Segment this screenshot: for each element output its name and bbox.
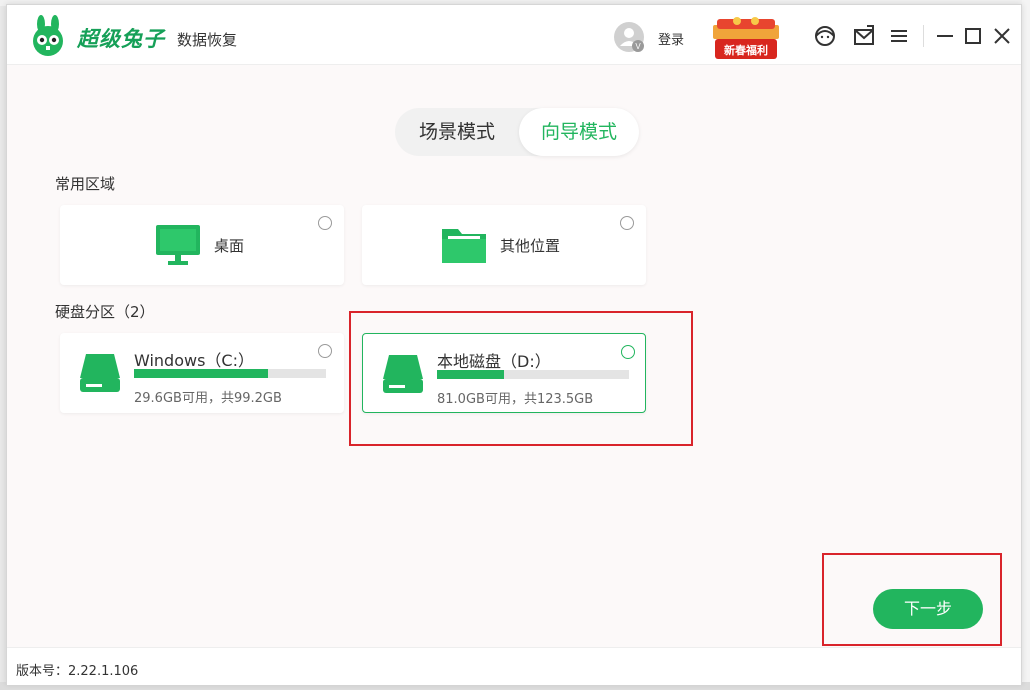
disk-usage-fill (134, 369, 269, 378)
location-card-desktop[interactable]: 桌面 (60, 205, 344, 285)
disk-card-c[interactable]: Windows（C:） 29.6GB可用，共99.2GB (60, 333, 344, 413)
location-radio[interactable] (620, 216, 634, 230)
disk-usage-bar (134, 369, 326, 378)
promo-label[interactable]: 新春福利 (715, 42, 777, 59)
title-bar: 超级兔子 数据恢复 V 登录 新春福利 (7, 5, 1021, 65)
avatar-badge-letter: V (635, 42, 641, 51)
folder-icon (442, 229, 486, 263)
menu-icon[interactable] (887, 24, 911, 48)
tab-scene-mode[interactable]: 场景模式 (395, 108, 519, 156)
brand-subtitle: 数据恢复 (177, 31, 238, 49)
close-icon[interactable] (990, 24, 1014, 48)
footer-bar: 版本号：2.22.1.106 (7, 647, 1021, 685)
location-label: 其他位置 (500, 237, 561, 255)
user-avatar-icon[interactable]: V (613, 21, 645, 53)
disk-label: Windows（C:） (134, 351, 254, 370)
common-area-title: 常用区域 (55, 175, 116, 193)
tab-wizard-mode[interactable]: 向导模式 (519, 108, 639, 156)
disk-radio[interactable] (318, 344, 332, 358)
hard-drive-icon (80, 354, 120, 392)
mode-toggle: 场景模式 向导模式 (395, 108, 639, 156)
maximize-icon[interactable] (961, 24, 985, 48)
location-card-other[interactable]: 其他位置 (362, 205, 646, 285)
login-link[interactable]: 登录 (658, 29, 684, 48)
disk-partition-title: 硬盘分区（2） (55, 303, 155, 321)
disk-capacity-info: 29.6GB可用，共99.2GB (134, 391, 282, 406)
desktop-background-right (1022, 0, 1030, 690)
titlebar-separator (923, 25, 924, 47)
highlight-box-next (822, 553, 1002, 646)
feedback-mail-icon[interactable] (852, 24, 876, 48)
customer-service-icon[interactable] (813, 24, 837, 48)
version-label: 版本号：2.22.1.106 (16, 664, 139, 679)
location-label: 桌面 (214, 237, 245, 255)
app-window: 超级兔子 数据恢复 V 登录 新春福利 场景模式 向导模式 常用区域 桌面 其他… (6, 4, 1022, 685)
monitor-icon (156, 225, 200, 265)
minimize-icon[interactable] (933, 24, 957, 48)
highlight-box-disk (349, 311, 693, 446)
rabbit-logo-icon (33, 15, 63, 56)
brand-name: 超级兔子 (77, 27, 165, 51)
location-radio[interactable] (318, 216, 332, 230)
